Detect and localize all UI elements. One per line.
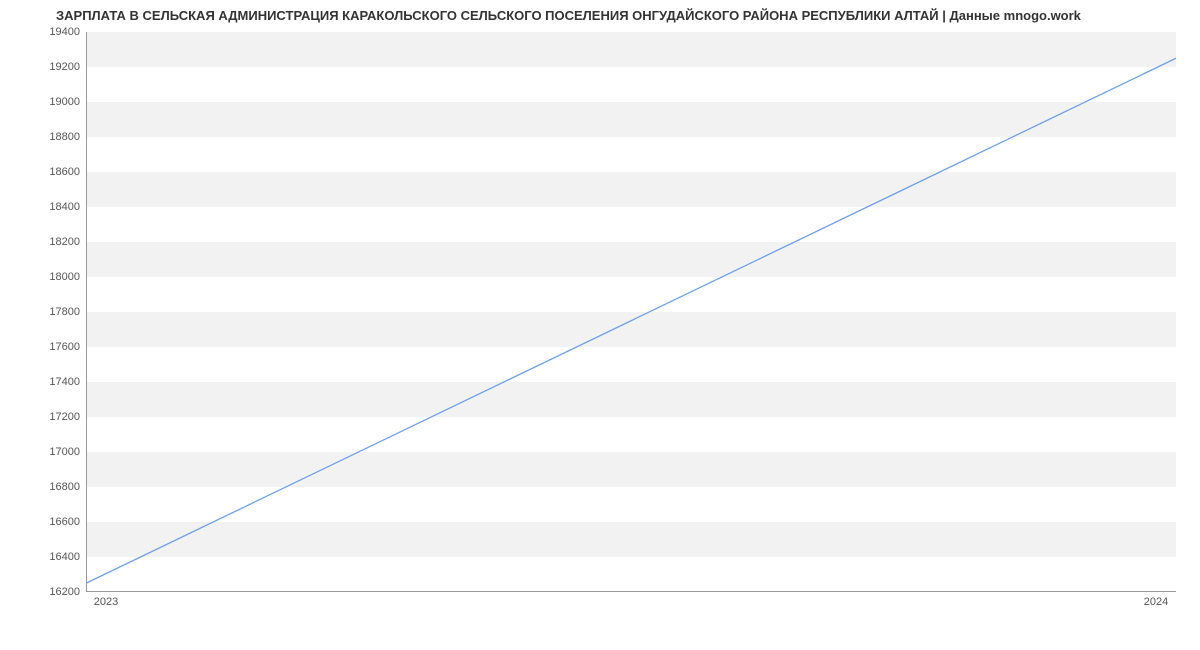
y-tick-label: 19400 xyxy=(10,26,80,38)
y-tick-label: 19000 xyxy=(10,96,80,108)
grid-band xyxy=(87,452,1176,487)
y-tick-label: 18200 xyxy=(10,236,80,248)
y-tick-label: 19200 xyxy=(10,61,80,73)
chart-title: ЗАРПЛАТА В СЕЛЬСКАЯ АДМИНИСТРАЦИЯ КАРАКО… xyxy=(56,8,1081,23)
y-tick-label: 17600 xyxy=(10,341,80,353)
y-tick-label: 18600 xyxy=(10,166,80,178)
y-tick-label: 17400 xyxy=(10,376,80,388)
y-tick-label: 17800 xyxy=(10,306,80,318)
y-tick-label: 16800 xyxy=(10,481,80,493)
y-tick-label: 17000 xyxy=(10,446,80,458)
grid-band xyxy=(87,242,1176,277)
grid-band xyxy=(87,522,1176,557)
y-tick-label: 16200 xyxy=(10,586,80,598)
y-tick-label: 18000 xyxy=(10,271,80,283)
grid-band xyxy=(87,102,1176,137)
y-tick-label: 16400 xyxy=(10,551,80,563)
grid-band xyxy=(87,312,1176,347)
grid-band xyxy=(87,32,1176,67)
y-tick-label: 18400 xyxy=(10,201,80,213)
x-tick-label: 2023 xyxy=(94,596,118,608)
y-tick-label: 17200 xyxy=(10,411,80,423)
x-tick-label: 2024 xyxy=(1144,596,1168,608)
plot-area xyxy=(86,32,1176,592)
grid-band xyxy=(87,382,1176,417)
y-tick-label: 18800 xyxy=(10,131,80,143)
y-tick-label: 16600 xyxy=(10,516,80,528)
chart-container: ЗАРПЛАТА В СЕЛЬСКАЯ АДМИНИСТРАЦИЯ КАРАКО… xyxy=(0,0,1200,650)
grid-band xyxy=(87,172,1176,207)
